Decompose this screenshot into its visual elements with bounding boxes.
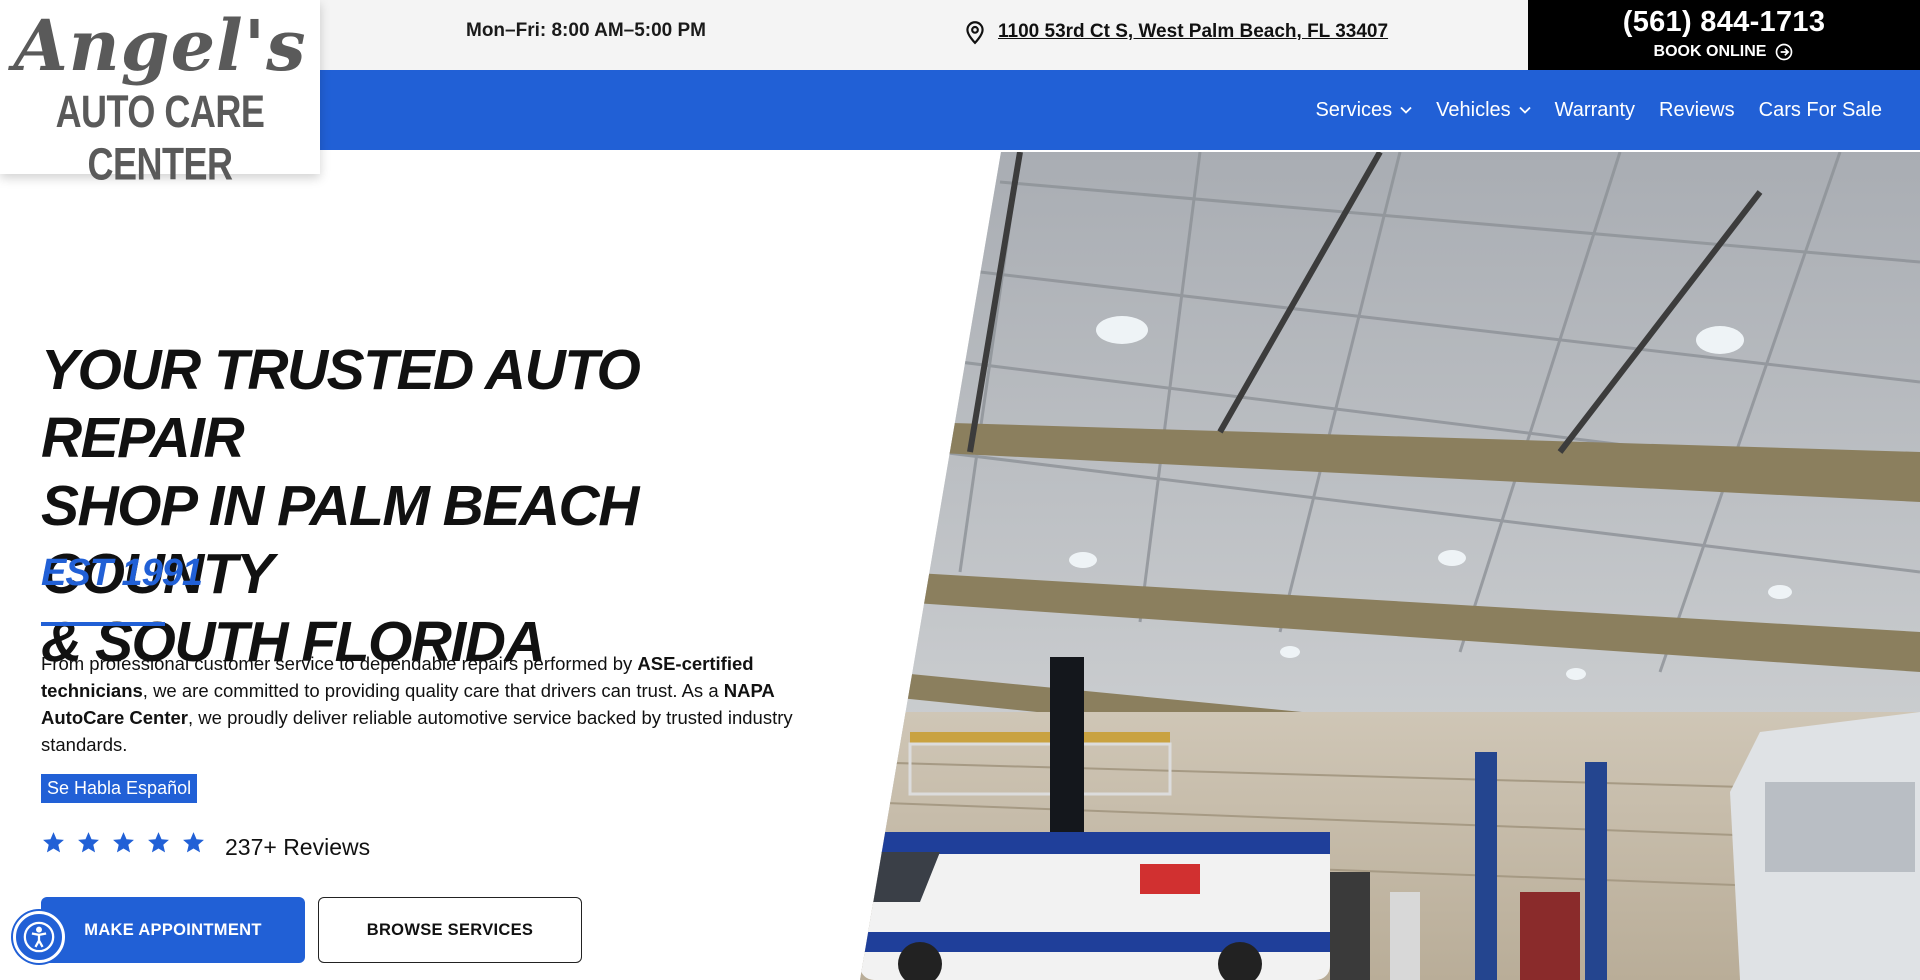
map-pin-icon	[966, 21, 984, 45]
address-link[interactable]: 1100 53rd Ct S, West Palm Beach, FL 3340…	[998, 21, 1388, 43]
business-hours: Mon–Fri: 8:00 AM–5:00 PM	[466, 20, 707, 41]
address-link-group[interactable]: 1100 53rd Ct S, West Palm Beach, FL 3340…	[962, 18, 1388, 46]
site-logo[interactable]: Angel's AUTO CARE CENTER	[0, 0, 320, 189]
book-online-link[interactable]: BOOK ONLINE	[1654, 42, 1795, 62]
hero-garage-image	[860, 152, 1920, 980]
star-icon	[113, 832, 134, 853]
chevron-down-icon	[1519, 106, 1531, 114]
main-nav: Services Vehicles Warranty Reviews Cars …	[1315, 70, 1882, 150]
star-rating	[41, 830, 206, 855]
logo-script-text: Angel's	[13, 4, 307, 87]
arrow-circle-right-icon	[1776, 43, 1793, 61]
accent-divider	[41, 622, 165, 626]
nav-item-warranty[interactable]: Warranty	[1555, 99, 1635, 122]
phone-number-link[interactable]: (561) 844-1713	[1528, 6, 1920, 39]
star-icon	[183, 832, 204, 853]
chevron-down-icon	[1400, 106, 1412, 114]
accessibility-icon	[23, 921, 55, 953]
description-text: From professional customer service to de…	[41, 653, 638, 674]
garage-illustration	[860, 152, 1920, 980]
nav-item-label: Services	[1315, 98, 1393, 121]
make-appointment-button[interactable]: MAKE APPOINTMENT	[41, 897, 305, 963]
browse-services-button[interactable]: BROWSE SERVICES	[318, 897, 582, 963]
star-icon	[78, 832, 99, 853]
accessibility-widget-button[interactable]	[13, 911, 65, 963]
nav-item-vehicles[interactable]: Vehicles	[1436, 99, 1531, 122]
contact-box: (561) 844-1713 BOOK ONLINE	[1528, 0, 1920, 70]
nav-item-reviews[interactable]: Reviews	[1659, 99, 1735, 122]
headline-line: YOUR TRUSTED AUTO REPAIR	[41, 338, 641, 470]
logo-subtitle: AUTO CARE CENTER	[55, 85, 265, 190]
nav-item-services[interactable]: Services	[1315, 99, 1412, 122]
established-label: EST 1991	[41, 552, 203, 594]
star-icon	[43, 832, 64, 853]
nav-item-cars-for-sale[interactable]: Cars For Sale	[1759, 99, 1882, 122]
star-icon	[148, 832, 169, 853]
nav-item-label: Vehicles	[1436, 98, 1511, 121]
hero-description: From professional customer service to de…	[41, 650, 841, 758]
description-text: , we are committed to providing quality …	[142, 680, 724, 701]
book-online-label: BOOK ONLINE	[1653, 43, 1767, 60]
spanish-badge: Se Habla Español	[41, 774, 198, 803]
reviews-count-link[interactable]: 237+ Reviews	[225, 834, 370, 861]
